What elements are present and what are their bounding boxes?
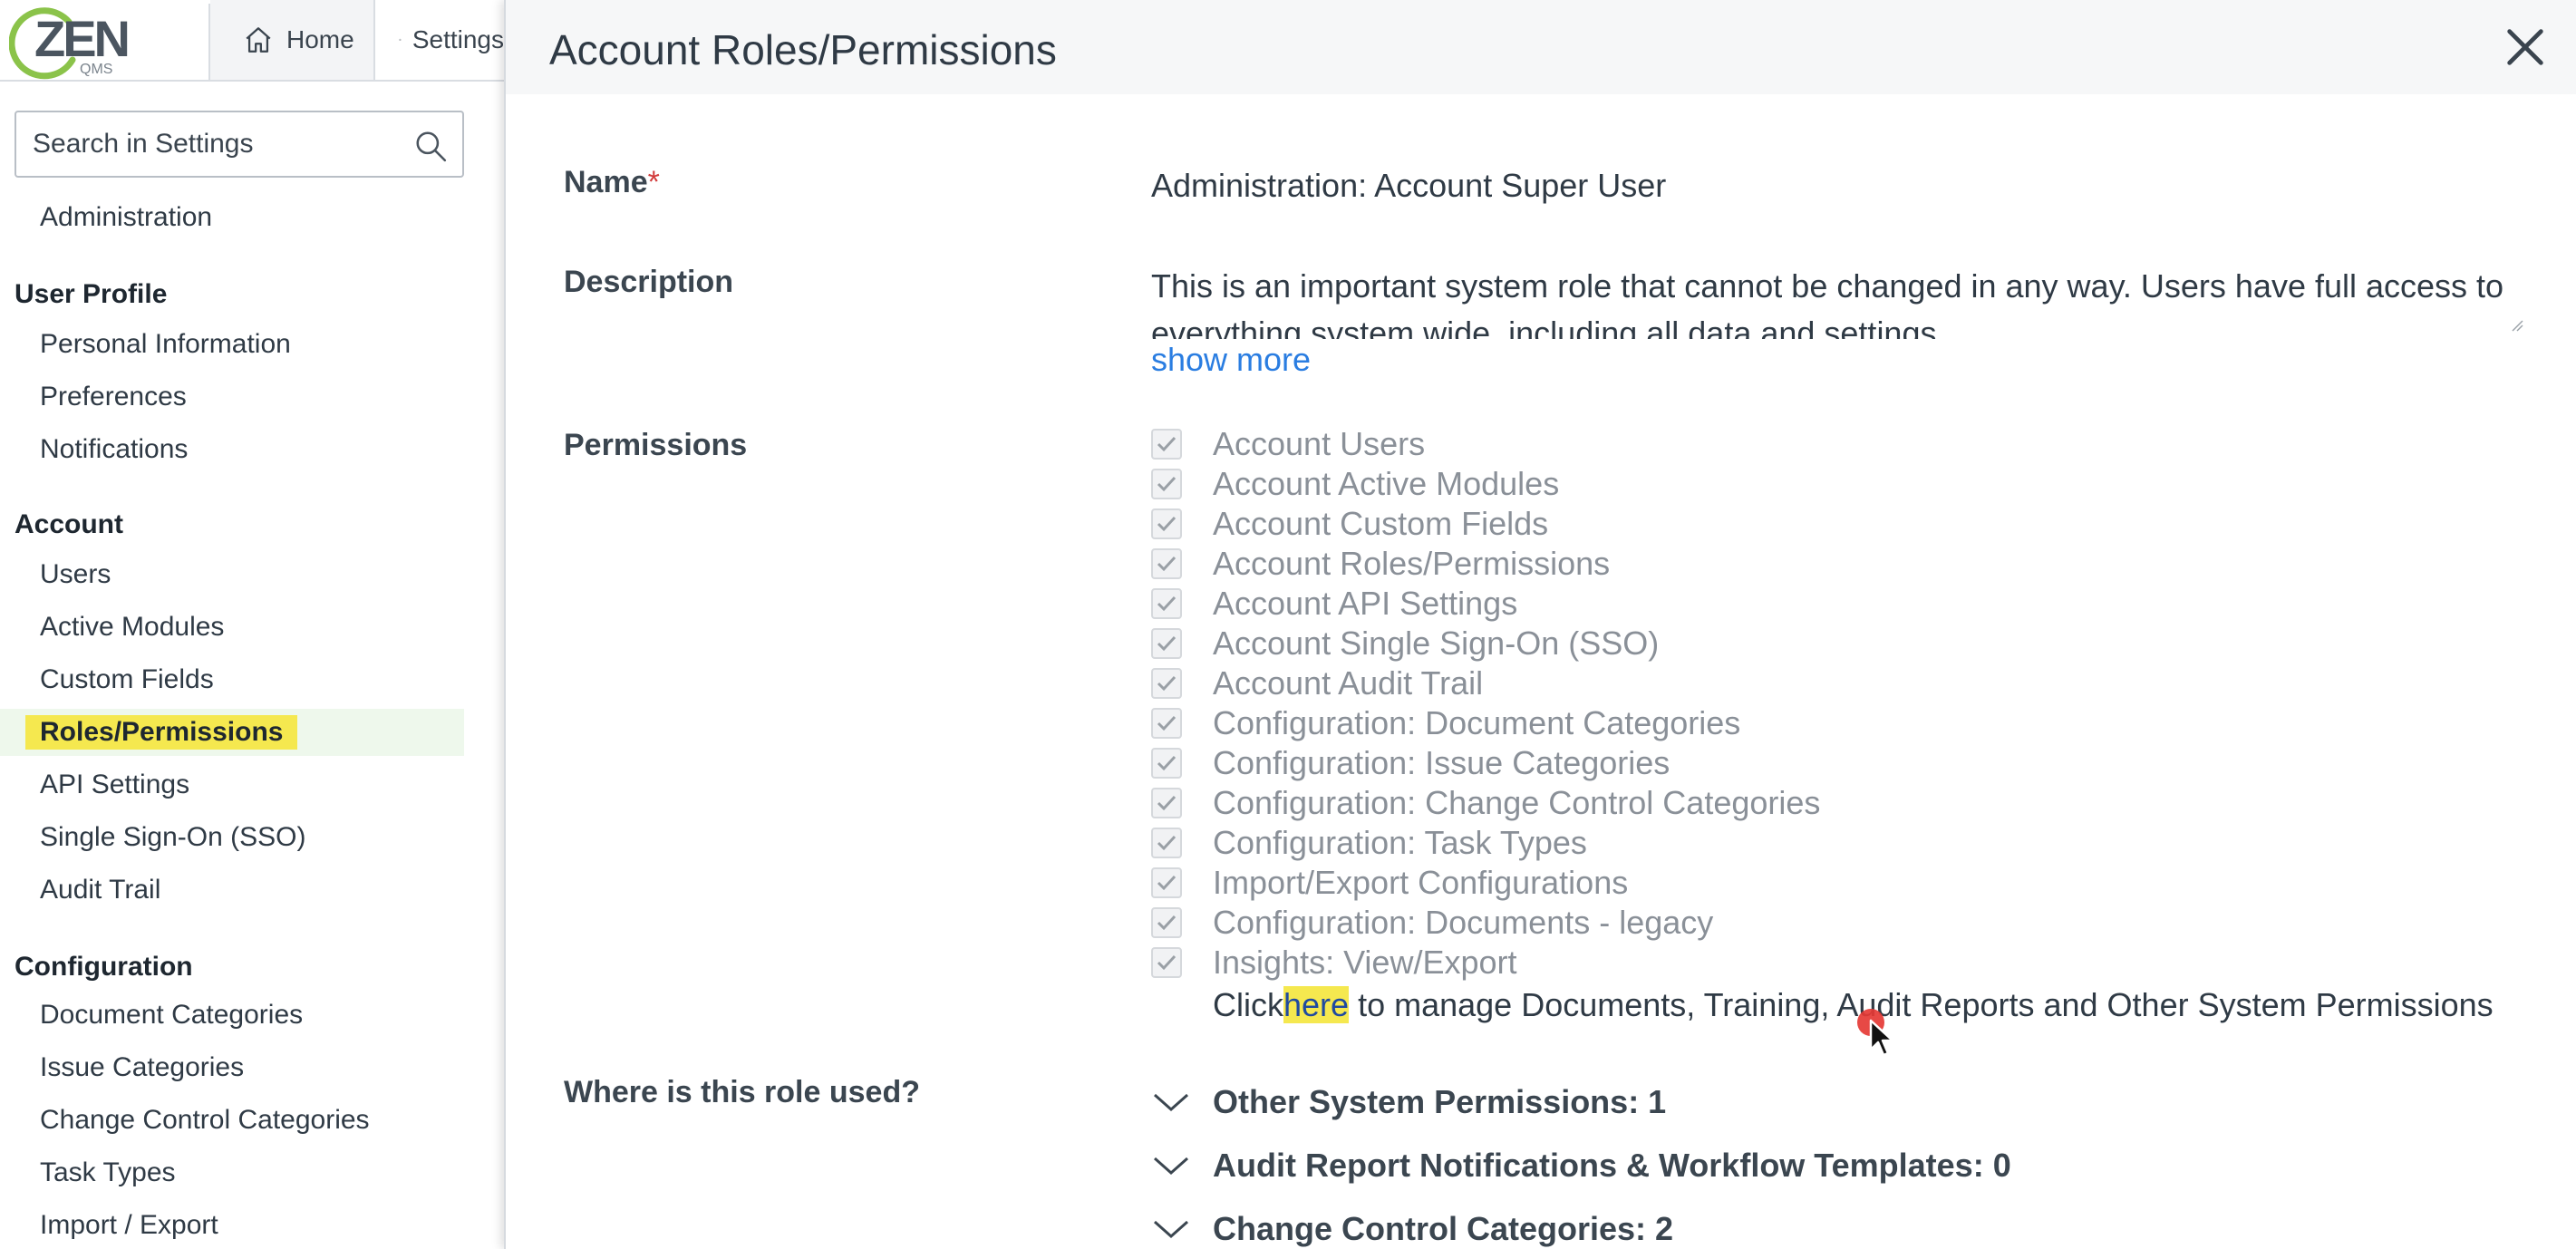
checkmark-icon: [1157, 954, 1177, 971]
accordion-other-system-permissions[interactable]: Other System Permissions: 1: [1151, 1075, 2511, 1129]
sidebar-item-task-types[interactable]: Task Types: [0, 1149, 464, 1196]
checkmark-icon: [1157, 516, 1177, 532]
permission-checkbox[interactable]: [1151, 788, 1182, 818]
permission-checkbox[interactable]: [1151, 508, 1182, 539]
required-mark: *: [647, 165, 660, 199]
top-bar: ZEN QMS Home Settings: [0, 0, 504, 82]
accordion-change-control-categories[interactable]: Change Control Categories: 2: [1151, 1202, 2511, 1249]
app-logo[interactable]: ZEN QMS: [5, 4, 210, 80]
sidebar-item-audit-trail[interactable]: Audit Trail: [0, 867, 464, 914]
checkmark-icon: [1157, 795, 1177, 811]
permission-row: Account Single Sign-On (SSO): [1151, 624, 2547, 663]
resize-handle-icon[interactable]: [2511, 319, 2523, 332]
tab-settings[interactable]: Settings: [377, 0, 504, 80]
close-icon[interactable]: [2502, 24, 2549, 71]
permission-checkbox[interactable]: [1151, 947, 1182, 978]
tab-home[interactable]: Home: [210, 0, 375, 80]
permission-checkbox[interactable]: [1151, 907, 1182, 938]
sidebar-item-change-control-categories[interactable]: Change Control Categories: [0, 1097, 464, 1144]
sidebar-item-roles-permissions[interactable]: Roles/Permissions: [0, 709, 464, 756]
permission-row: Configuration: Change Control Categories: [1151, 783, 2547, 823]
permission-checkbox[interactable]: [1151, 708, 1182, 739]
permissions-label: Permissions: [564, 428, 748, 462]
permission-checkbox[interactable]: [1151, 668, 1182, 699]
sidebar-item-preferences[interactable]: Preferences: [0, 373, 464, 421]
permission-row: Configuration: Document Categories: [1151, 703, 2547, 743]
sidebar-item-issue-categories[interactable]: Issue Categories: [0, 1044, 464, 1091]
checkmark-icon: [1157, 635, 1177, 652]
chevron-down-icon: [1154, 1220, 1188, 1239]
here-link[interactable]: here: [1283, 986, 1350, 1023]
logo-text: ZEN: [34, 10, 131, 67]
permission-checkbox[interactable]: [1151, 828, 1182, 858]
checkmark-icon: [1157, 835, 1177, 851]
sidebar-item-api-settings[interactable]: API Settings: [0, 761, 464, 808]
permission-row: Account Audit Trail: [1151, 663, 2547, 703]
permission-row: Account API Settings: [1151, 584, 2547, 624]
manage-permissions-note: Clickhere to manage Documents, Training,…: [1213, 986, 2494, 1023]
checkmark-icon: [1157, 755, 1177, 771]
sidebar-item-document-categories[interactable]: Document Categories: [0, 992, 464, 1039]
logo-subtext: QMS: [80, 62, 113, 77]
checkmark-icon: [1157, 436, 1177, 452]
permission-row: Import/Export Configurations: [1151, 863, 2547, 903]
name-label: Name*: [564, 165, 660, 199]
search-box: [15, 111, 464, 178]
sidebar-item-single-sign-on[interactable]: Single Sign-On (SSO): [0, 814, 464, 861]
permission-row: Insights: View/Export: [1151, 943, 2547, 983]
description-label: Description: [564, 265, 734, 299]
tab-settings-label: Settings: [412, 25, 504, 53]
checkmark-icon: [1157, 715, 1177, 731]
role-permissions-panel: Account Roles/Permissions Name* Administ…: [504, 0, 2576, 1249]
permission-checkbox[interactable]: [1151, 548, 1182, 579]
permissions-list: Account Users Account Active Modules Acc…: [1151, 424, 2547, 983]
chevron-down-icon: [1154, 1157, 1188, 1176]
home-icon: [246, 27, 271, 53]
search-icon[interactable]: [413, 129, 448, 163]
search-input[interactable]: [33, 129, 404, 160]
permission-row: Configuration: Issue Categories: [1151, 743, 2547, 783]
permission-checkbox[interactable]: [1151, 748, 1182, 779]
permission-row: Account Users: [1151, 424, 2547, 464]
sidebar-section-configuration: Configuration: [15, 952, 193, 982]
description-field[interactable]: This is an important system role that ca…: [1151, 263, 2523, 339]
chevron-down-icon: [1154, 1093, 1188, 1112]
permission-row: Account Roles/Permissions: [1151, 544, 2547, 584]
checkmark-icon: [1157, 476, 1177, 492]
permission-row: Account Custom Fields: [1151, 504, 2547, 544]
permission-row: Configuration: Task Types: [1151, 823, 2547, 863]
sidebar-item-administration[interactable]: Administration: [0, 194, 464, 241]
permission-checkbox[interactable]: [1151, 867, 1182, 898]
mouse-cursor-icon: [1857, 1009, 1894, 1057]
permission-row: Account Active Modules: [1151, 464, 2547, 504]
permission-checkbox[interactable]: [1151, 469, 1182, 499]
sidebar-item-notifications[interactable]: Notifications: [0, 426, 464, 473]
sidebar-section-account: Account: [15, 509, 123, 539]
sidebar-section-user-profile: User Profile: [15, 279, 168, 309]
sidebar-item-personal-information[interactable]: Personal Information: [0, 321, 464, 368]
panel-header: Account Roles/Permissions: [506, 0, 2576, 94]
show-more-link[interactable]: show more: [1151, 341, 1311, 379]
settings-sidebar: Administration User Profile Personal Inf…: [0, 82, 504, 1249]
sidebar-item-custom-fields[interactable]: Custom Fields: [0, 656, 464, 703]
permission-checkbox[interactable]: [1151, 628, 1182, 659]
checkmark-icon: [1157, 556, 1177, 572]
checkmark-icon: [1157, 875, 1177, 891]
permission-checkbox[interactable]: [1151, 429, 1182, 460]
role-usage-label: Where is this role used?: [564, 1075, 920, 1109]
checkmark-icon: [1157, 915, 1177, 931]
sidebar-item-users[interactable]: Users: [0, 551, 464, 598]
tab-home-label: Home: [286, 25, 354, 53]
sidebar-item-import-export[interactable]: Import / Export: [0, 1202, 464, 1249]
gear-icon: [399, 38, 402, 42]
sidebar-item-active-modules[interactable]: Active Modules: [0, 604, 464, 651]
accordion-audit-report-notifications[interactable]: Audit Report Notifications & Workflow Te…: [1151, 1138, 2511, 1193]
checkmark-icon: [1157, 595, 1177, 612]
permission-checkbox[interactable]: [1151, 588, 1182, 619]
checkmark-icon: [1157, 675, 1177, 692]
permission-row: Configuration: Documents - legacy: [1151, 903, 2547, 943]
name-value: Administration: Account Super User: [1151, 167, 1667, 204]
panel-title: Account Roles/Permissions: [549, 26, 1057, 73]
